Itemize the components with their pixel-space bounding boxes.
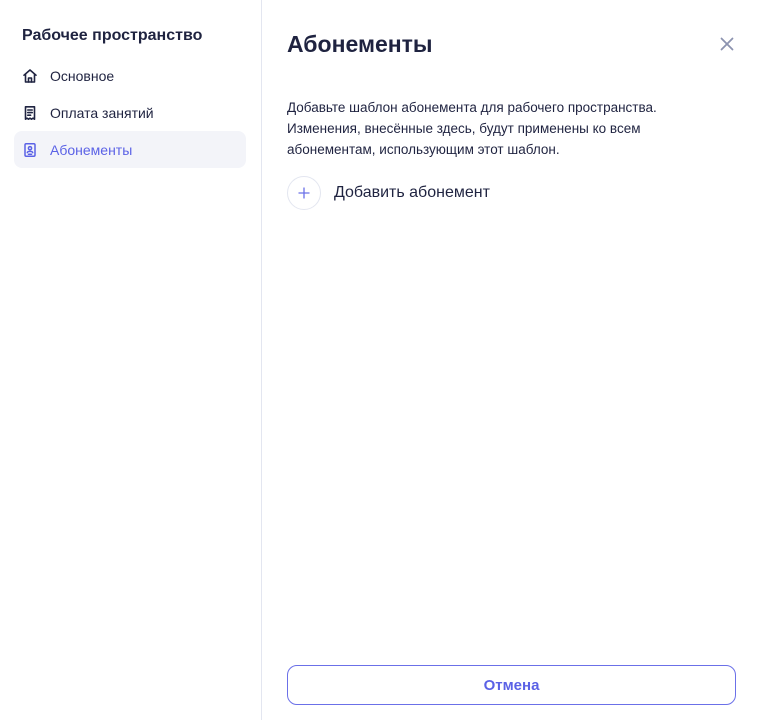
- workspace-settings-modal: Рабочее пространство Основное Оплата зан…: [0, 0, 760, 720]
- description-line: Добавьте шаблон абонемента для рабочего …: [287, 100, 657, 115]
- description-line: абонементам, использующим этот шаблон.: [287, 142, 560, 157]
- home-icon: [22, 68, 38, 84]
- receipt-icon: [22, 105, 38, 121]
- add-subscription-button[interactable]: Добавить абонемент: [287, 176, 490, 210]
- sidebar-item-label: Оплата занятий: [50, 104, 154, 121]
- description-line: Изменения, внесённые здесь, будут примен…: [287, 121, 641, 136]
- sidebar-nav: Основное Оплата занятий Абонементы: [14, 57, 246, 168]
- plus-icon: [287, 176, 321, 210]
- sidebar-title: Рабочее пространство: [22, 27, 203, 44]
- sidebar-item-payment[interactable]: Оплата занятий: [14, 94, 246, 131]
- sidebar-item-subscriptions[interactable]: Абонементы: [14, 131, 246, 168]
- cancel-button[interactable]: Отмена: [287, 665, 736, 705]
- close-icon: [720, 37, 734, 56]
- sidebar-item-label: Основное: [50, 67, 115, 84]
- sidebar: Рабочее пространство Основное Оплата зан…: [0, 0, 262, 720]
- main-content: Абонементы Добавьте шаблон абонемента дл…: [263, 0, 760, 720]
- close-button[interactable]: [718, 37, 736, 55]
- badge-icon: [22, 142, 38, 158]
- page-title: Абонементы: [287, 31, 433, 57]
- sidebar-item-general[interactable]: Основное: [14, 57, 246, 94]
- description: Добавьте шаблон абонемента для рабочего …: [287, 97, 707, 160]
- add-subscription-label: Добавить абонемент: [334, 184, 490, 201]
- sidebar-item-label: Абонементы: [50, 141, 133, 158]
